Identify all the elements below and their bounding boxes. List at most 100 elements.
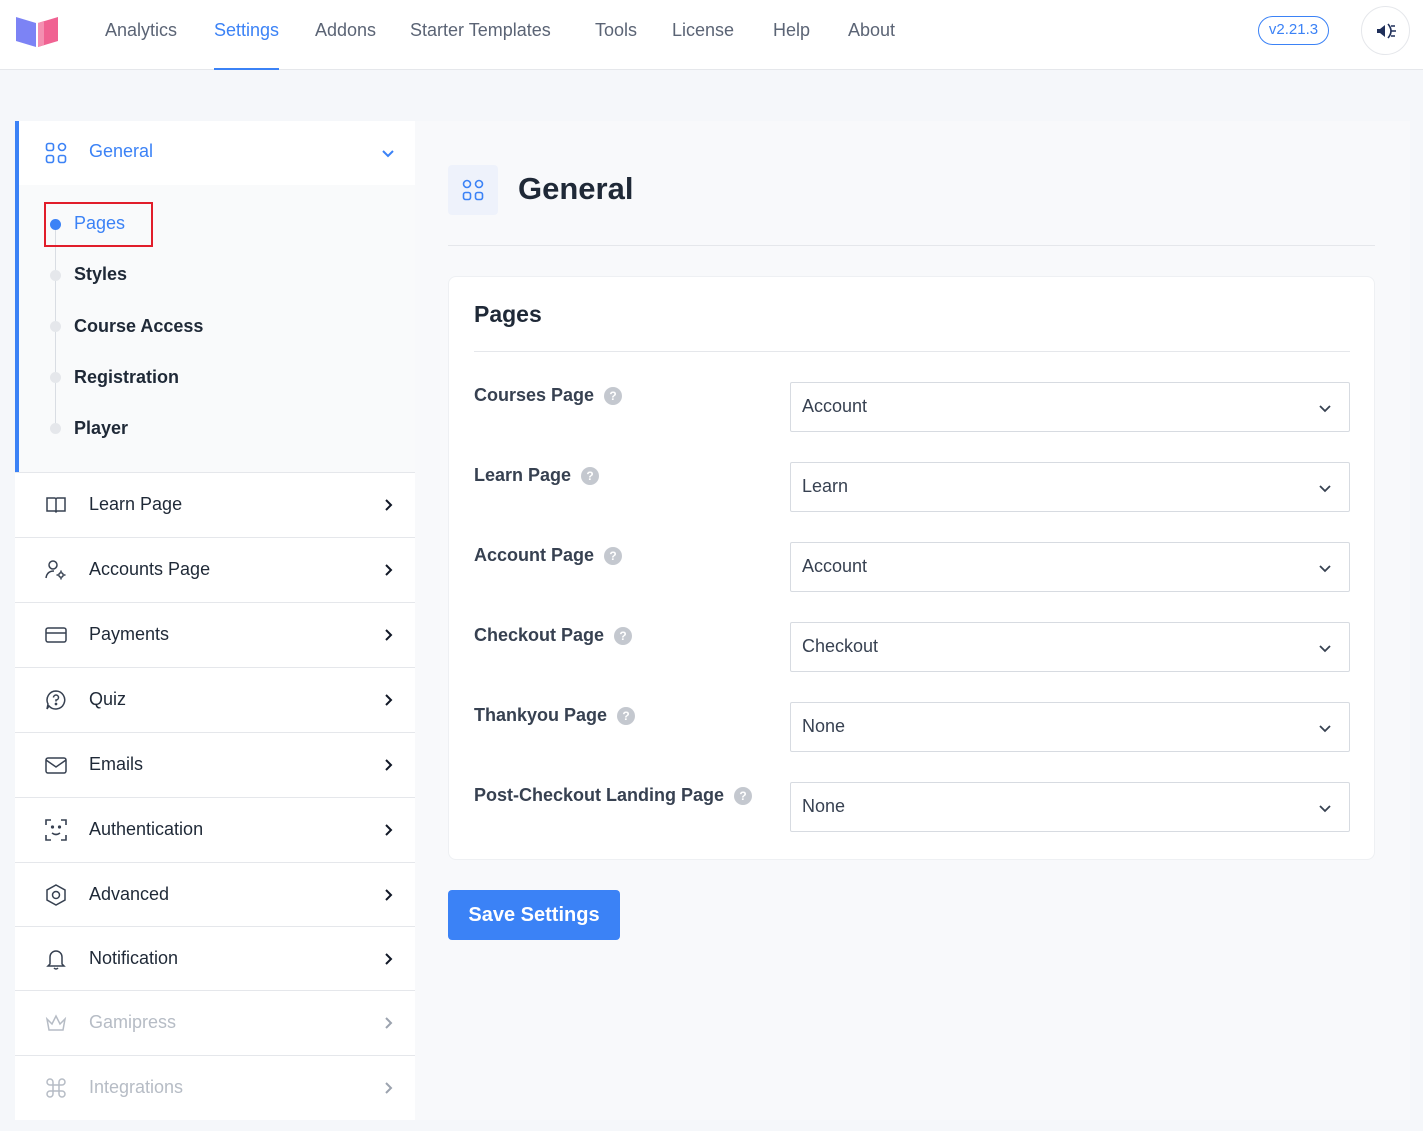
sidebar-item-label: Notification — [89, 948, 179, 968]
sidebar-item-advanced[interactable]: Advanced — [15, 862, 415, 927]
sidebar-item-label: Accounts Page — [89, 559, 211, 579]
sidebar-item-general[interactable]: General — [19, 121, 415, 185]
grid-icon — [462, 179, 484, 201]
sidebar-item-label: Integrations — [89, 1077, 184, 1097]
select-value: Account — [802, 556, 868, 576]
chevron-down-icon — [1319, 485, 1331, 493]
account-page-select[interactable]: Account — [790, 542, 1350, 592]
sidebar-item-label: Quiz — [89, 689, 127, 709]
help-icon[interactable]: ? — [734, 786, 753, 805]
field-label-text: Account Page — [474, 545, 595, 565]
top-navigation-bar: Analytics Settings Addons Starter Templa… — [0, 0, 1423, 70]
chevron-down-icon — [1319, 565, 1331, 573]
sidebar-item-emails[interactable]: Emails — [15, 732, 415, 797]
chevron-right-icon — [385, 1082, 393, 1094]
chevron-right-icon — [385, 889, 393, 901]
nav-starter-templates[interactable]: Starter Templates — [410, 0, 551, 70]
sidebar-item-authentication[interactable]: Authentication — [15, 797, 415, 862]
select-value: None — [802, 716, 846, 736]
help-icon[interactable]: ? — [581, 466, 600, 485]
sub-dot — [50, 423, 61, 434]
sidebar-item-integrations[interactable]: Integrations — [15, 1055, 415, 1120]
question-bubble-icon — [46, 690, 66, 710]
save-settings-button[interactable]: Save Settings — [448, 890, 620, 940]
chevron-down-icon — [1319, 805, 1331, 813]
field-label-text: Learn Page — [474, 465, 572, 485]
post-checkout-landing-page-select[interactable]: None — [790, 782, 1350, 832]
nav-about[interactable]: About — [848, 0, 895, 70]
sub-item-styles[interactable]: Styles — [74, 264, 127, 285]
chevron-right-icon — [385, 1017, 393, 1029]
bell-icon — [46, 950, 66, 970]
envelope-icon — [45, 757, 67, 774]
chevron-right-icon — [385, 629, 393, 641]
help-icon[interactable]: ? — [604, 386, 623, 405]
field-label-text: Thankyou Page — [474, 705, 608, 725]
sub-item-course-access[interactable]: Course Access — [74, 316, 203, 337]
chevron-right-icon — [385, 564, 393, 576]
chevron-down-icon — [1319, 645, 1331, 653]
chevron-right-icon — [385, 499, 393, 511]
help-icon[interactable]: ? — [617, 706, 636, 725]
nav-addons[interactable]: Addons — [315, 0, 376, 70]
divider — [448, 245, 1375, 246]
field-label-courses-page: Courses Page ? — [474, 385, 623, 406]
learn-page-select[interactable]: Learn — [790, 462, 1350, 512]
field-label-text: Post-Checkout Landing Page — [474, 785, 725, 805]
book-open-icon — [46, 497, 66, 514]
pages-settings-card: Pages Courses Page ? Account Learn Page … — [448, 276, 1375, 860]
courses-page-select[interactable]: Account — [790, 382, 1350, 432]
field-label-account-page: Account Page ? — [474, 545, 623, 566]
sidebar-item-learn-page[interactable]: Learn Page — [15, 472, 415, 537]
version-badge[interactable]: v2.21.3 — [1258, 16, 1329, 45]
grid-icon — [45, 142, 67, 164]
sub-item-registration[interactable]: Registration — [74, 367, 179, 388]
sub-item-player[interactable]: Player — [74, 418, 128, 439]
chevron-right-icon — [385, 953, 393, 965]
sidebar-item-label: Advanced — [89, 884, 170, 904]
chevron-right-icon — [385, 694, 393, 706]
nav-tools[interactable]: Tools — [595, 0, 637, 70]
help-icon[interactable]: ? — [604, 546, 623, 565]
field-label-checkout-page: Checkout Page ? — [474, 625, 633, 646]
sidebar-item-label: Gamipress — [89, 1012, 177, 1032]
highlight-box — [44, 202, 153, 247]
title-icon-box — [448, 165, 498, 215]
sidebar-item-label: General — [89, 141, 154, 161]
face-scan-icon — [45, 819, 67, 841]
field-label-text: Courses Page — [474, 385, 595, 405]
sidebar-item-accounts-page[interactable]: Accounts Page — [15, 537, 415, 602]
sidebar-item-payments[interactable]: Payments — [15, 602, 415, 667]
thankyou-page-select[interactable]: None — [790, 702, 1350, 752]
hex-nut-icon — [46, 884, 66, 906]
sidebar-item-notification[interactable]: Notification — [15, 926, 415, 991]
chevron-down-icon — [1319, 725, 1331, 733]
sidebar-item-quiz[interactable]: Quiz — [15, 667, 415, 732]
megaphone-icon — [1376, 22, 1396, 39]
card-title: Pages — [474, 301, 542, 327]
settings-sidebar: General Pages Styles Course Access Regis… — [15, 121, 415, 1120]
select-value: Learn — [802, 476, 849, 496]
nav-analytics[interactable]: Analytics — [105, 0, 177, 70]
announcement-button[interactable] — [1361, 6, 1410, 55]
field-label-text: Checkout Page — [474, 625, 605, 645]
nav-settings[interactable]: Settings — [214, 0, 280, 70]
credit-card-icon — [45, 627, 67, 643]
page-title: General — [518, 171, 634, 206]
field-label-learn-page: Learn Page ? — [474, 465, 600, 486]
nav-help[interactable]: Help — [773, 0, 810, 70]
checkout-page-select[interactable]: Checkout — [790, 622, 1350, 672]
chevron-down-icon — [1319, 405, 1331, 413]
app-logo-icon[interactable] — [14, 13, 60, 49]
nav-license[interactable]: License — [672, 0, 734, 70]
select-value: Account — [802, 396, 868, 416]
sidebar-item-gamipress[interactable]: Gamipress — [15, 990, 415, 1055]
sidebar-item-label: Payments — [89, 624, 170, 644]
chevron-down-icon — [382, 150, 394, 158]
field-label-post-checkout-landing-page: Post-Checkout Landing Page ? — [474, 785, 753, 806]
sidebar-item-label: Learn Page — [89, 494, 183, 514]
help-icon[interactable]: ? — [614, 626, 633, 645]
sidebar-item-label: Authentication — [89, 819, 204, 839]
chevron-right-icon — [385, 759, 393, 771]
user-gear-icon — [45, 560, 66, 580]
